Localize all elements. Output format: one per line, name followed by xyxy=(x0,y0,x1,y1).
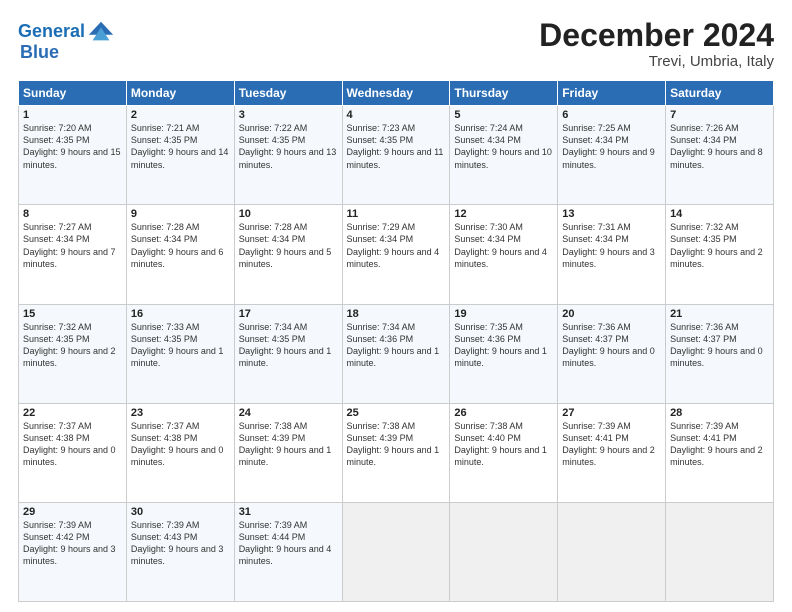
table-row: 2Sunrise: 7:21 AMSunset: 4:35 PMDaylight… xyxy=(126,106,234,205)
table-row: 16Sunrise: 7:33 AMSunset: 4:35 PMDayligh… xyxy=(126,304,234,403)
col-thursday: Thursday xyxy=(450,81,558,106)
table-row: 12Sunrise: 7:30 AMSunset: 4:34 PMDayligh… xyxy=(450,205,558,304)
table-row: 7Sunrise: 7:26 AMSunset: 4:34 PMDaylight… xyxy=(666,106,774,205)
table-row: 31Sunrise: 7:39 AMSunset: 4:44 PMDayligh… xyxy=(234,502,342,601)
logo-text: General xyxy=(18,22,85,42)
col-tuesday: Tuesday xyxy=(234,81,342,106)
table-row: 30Sunrise: 7:39 AMSunset: 4:43 PMDayligh… xyxy=(126,502,234,601)
table-row: 19Sunrise: 7:35 AMSunset: 4:36 PMDayligh… xyxy=(450,304,558,403)
table-row: 1Sunrise: 7:20 AMSunset: 4:35 PMDaylight… xyxy=(19,106,127,205)
table-row: 9Sunrise: 7:28 AMSunset: 4:34 PMDaylight… xyxy=(126,205,234,304)
table-row: 22Sunrise: 7:37 AMSunset: 4:38 PMDayligh… xyxy=(19,403,127,502)
table-row: 18Sunrise: 7:34 AMSunset: 4:36 PMDayligh… xyxy=(342,304,450,403)
table-row: 20Sunrise: 7:36 AMSunset: 4:37 PMDayligh… xyxy=(558,304,666,403)
table-row: 21Sunrise: 7:36 AMSunset: 4:37 PMDayligh… xyxy=(666,304,774,403)
page-subtitle: Trevi, Umbria, Italy xyxy=(539,53,774,70)
table-row: 8Sunrise: 7:27 AMSunset: 4:34 PMDaylight… xyxy=(19,205,127,304)
table-row: 26Sunrise: 7:38 AMSunset: 4:40 PMDayligh… xyxy=(450,403,558,502)
page: General Blue December 2024 Trevi, Umbria… xyxy=(0,0,792,612)
header: General Blue December 2024 Trevi, Umbria… xyxy=(18,18,774,70)
table-row: 23Sunrise: 7:37 AMSunset: 4:38 PMDayligh… xyxy=(126,403,234,502)
table-row: 4Sunrise: 7:23 AMSunset: 4:35 PMDaylight… xyxy=(342,106,450,205)
title-block: December 2024 Trevi, Umbria, Italy xyxy=(539,18,774,70)
col-saturday: Saturday xyxy=(666,81,774,106)
table-row: 11Sunrise: 7:29 AMSunset: 4:34 PMDayligh… xyxy=(342,205,450,304)
logo-icon xyxy=(87,18,115,46)
logo: General Blue xyxy=(18,18,115,63)
calendar-table: Sunday Monday Tuesday Wednesday Thursday… xyxy=(18,80,774,602)
table-row: 14Sunrise: 7:32 AMSunset: 4:35 PMDayligh… xyxy=(666,205,774,304)
table-row: 15Sunrise: 7:32 AMSunset: 4:35 PMDayligh… xyxy=(19,304,127,403)
table-row: 13Sunrise: 7:31 AMSunset: 4:34 PMDayligh… xyxy=(558,205,666,304)
table-row: 5Sunrise: 7:24 AMSunset: 4:34 PMDaylight… xyxy=(450,106,558,205)
col-friday: Friday xyxy=(558,81,666,106)
table-row xyxy=(450,502,558,601)
col-monday: Monday xyxy=(126,81,234,106)
table-row: 25Sunrise: 7:38 AMSunset: 4:39 PMDayligh… xyxy=(342,403,450,502)
table-row: 27Sunrise: 7:39 AMSunset: 4:41 PMDayligh… xyxy=(558,403,666,502)
table-row xyxy=(558,502,666,601)
col-sunday: Sunday xyxy=(19,81,127,106)
calendar-header-row: Sunday Monday Tuesday Wednesday Thursday… xyxy=(19,81,774,106)
table-row: 29Sunrise: 7:39 AMSunset: 4:42 PMDayligh… xyxy=(19,502,127,601)
table-row: 10Sunrise: 7:28 AMSunset: 4:34 PMDayligh… xyxy=(234,205,342,304)
table-row xyxy=(342,502,450,601)
table-row: 24Sunrise: 7:38 AMSunset: 4:39 PMDayligh… xyxy=(234,403,342,502)
table-row: 28Sunrise: 7:39 AMSunset: 4:41 PMDayligh… xyxy=(666,403,774,502)
table-row xyxy=(666,502,774,601)
table-row: 3Sunrise: 7:22 AMSunset: 4:35 PMDaylight… xyxy=(234,106,342,205)
table-row: 17Sunrise: 7:34 AMSunset: 4:35 PMDayligh… xyxy=(234,304,342,403)
col-wednesday: Wednesday xyxy=(342,81,450,106)
page-title: December 2024 xyxy=(539,18,774,53)
table-row: 6Sunrise: 7:25 AMSunset: 4:34 PMDaylight… xyxy=(558,106,666,205)
